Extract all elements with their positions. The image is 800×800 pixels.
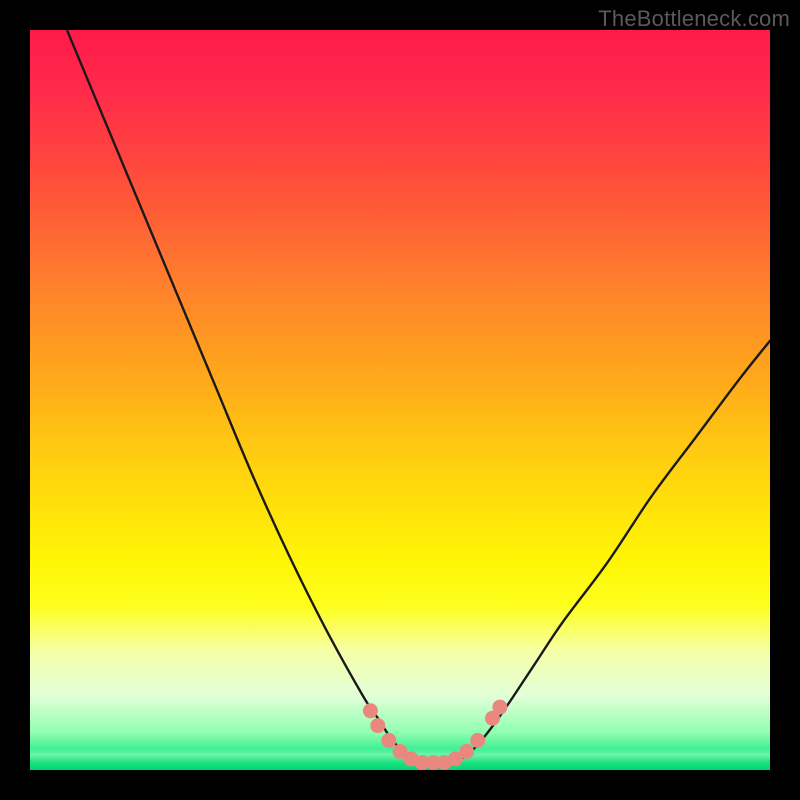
chart-frame: TheBottleneck.com [0, 0, 800, 800]
plot-area [30, 30, 770, 770]
curve-marker [382, 733, 396, 747]
curve-marker [371, 719, 385, 733]
curve-marker [363, 704, 377, 718]
curve-marker [493, 700, 507, 714]
bottleneck-curve-svg [30, 30, 770, 770]
curve-marker [471, 733, 485, 747]
bottleneck-curve-path [67, 30, 770, 763]
curve-marker [460, 745, 474, 759]
watermark-text: TheBottleneck.com [598, 6, 790, 32]
